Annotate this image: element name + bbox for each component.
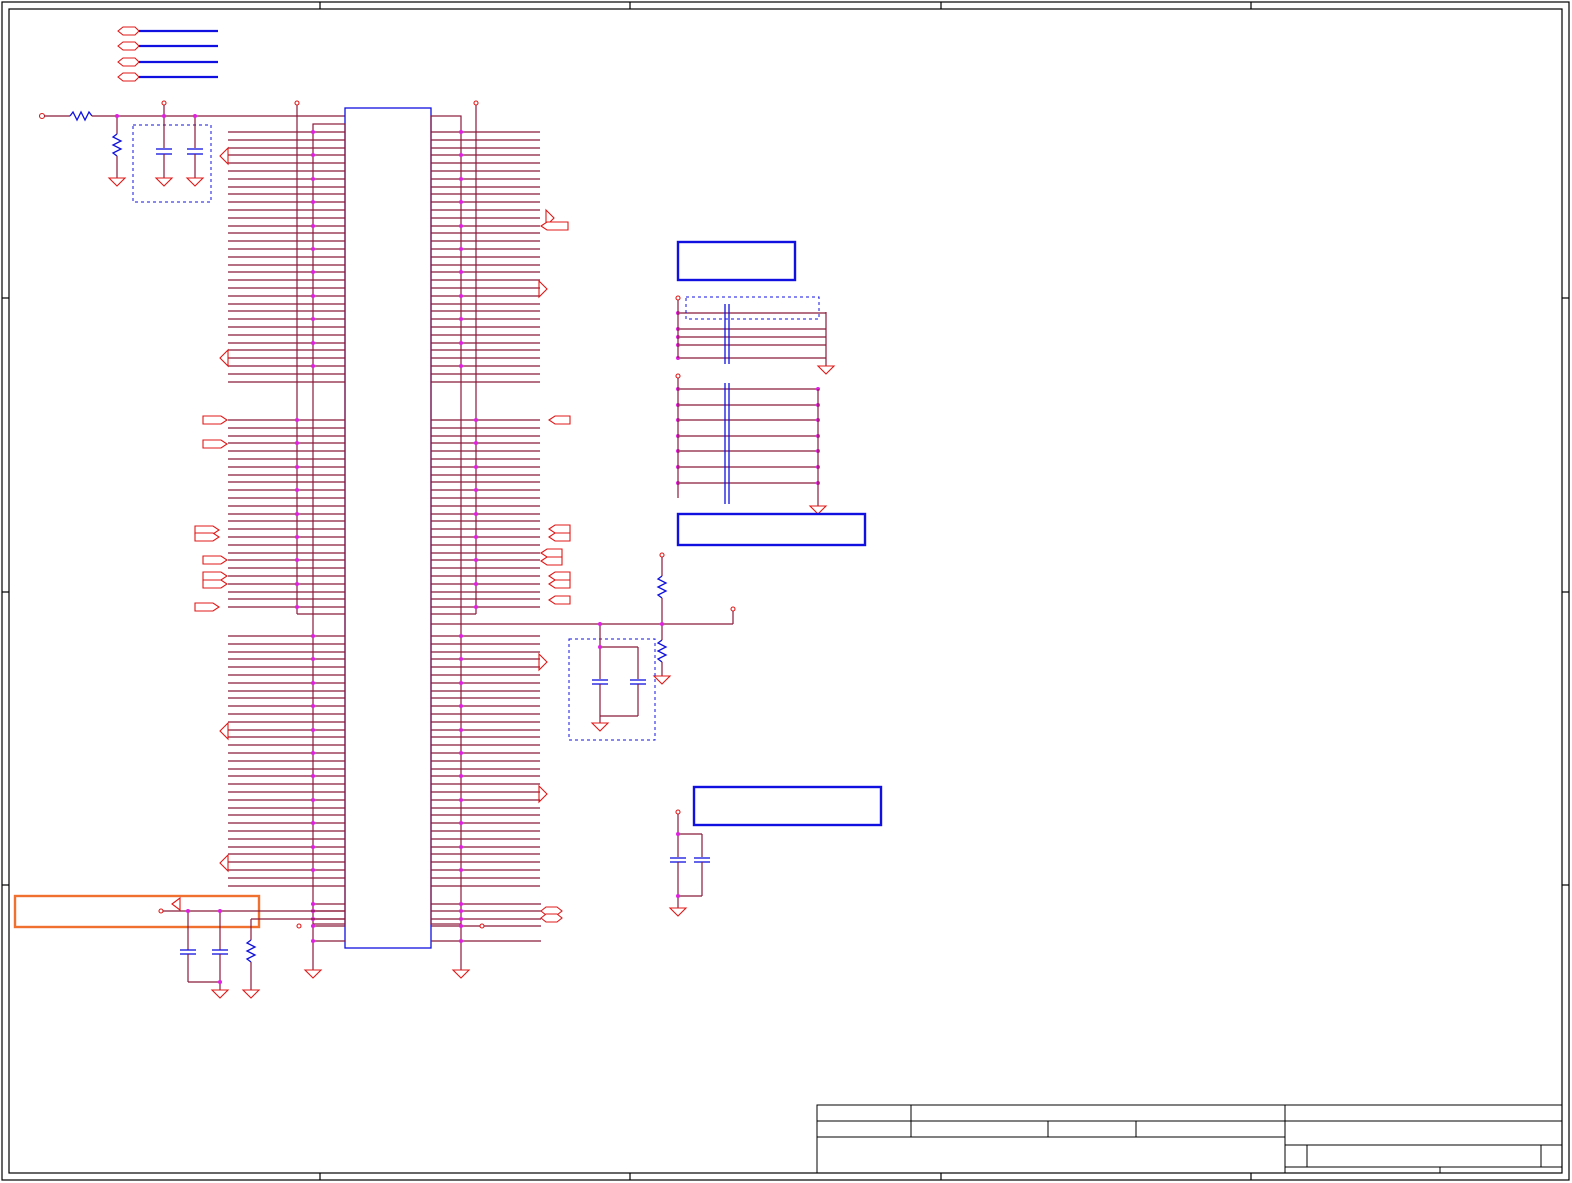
right-pin-junction xyxy=(459,294,463,298)
left-pin-junction xyxy=(311,341,315,345)
left-pin-junction xyxy=(311,821,315,825)
right-pin-junction xyxy=(474,465,478,469)
left-pin-junction xyxy=(311,634,315,638)
right-pin-junction xyxy=(474,512,478,516)
left-pin-junction xyxy=(311,657,315,661)
left-net-ports xyxy=(194,146,229,873)
left-pin-junction xyxy=(311,902,315,906)
right-pin-junction xyxy=(459,774,463,778)
right-net-ports xyxy=(296,208,571,929)
left-pin-junction xyxy=(311,728,315,732)
decoupling-cap-bank-3 xyxy=(668,785,883,917)
left-pin-junction xyxy=(311,153,315,157)
right-pin-junction xyxy=(459,728,463,732)
left-pin-junction xyxy=(311,845,315,849)
bottom-left-filter-network xyxy=(13,894,345,999)
right-pin-junction xyxy=(459,153,463,157)
right-pin-junction xyxy=(459,130,463,134)
left-pin-junction xyxy=(311,681,315,685)
right-pin-junction xyxy=(459,364,463,368)
left-pin-junction xyxy=(311,200,315,204)
left-pin-junction xyxy=(311,130,315,134)
left-pin-junction xyxy=(311,247,315,251)
left-pin-junction xyxy=(311,774,315,778)
left-pin-junction xyxy=(295,418,299,422)
right-pin-junction xyxy=(459,681,463,685)
right-pin-junction xyxy=(459,247,463,251)
left-pin-junction xyxy=(295,535,299,539)
right-pin-junction xyxy=(459,798,463,802)
right-pin-junction xyxy=(474,418,478,422)
left-pin-junction xyxy=(295,465,299,469)
left-pin-junction xyxy=(311,294,315,298)
left-pin-junction xyxy=(311,939,315,943)
right-pin-junction xyxy=(459,845,463,849)
left-pin-junction xyxy=(311,751,315,755)
right-pin-junction xyxy=(474,441,478,445)
left-pin-junction xyxy=(311,317,315,321)
right-pin-junction xyxy=(459,224,463,228)
right-pin-junction xyxy=(459,909,463,913)
left-pin-junction xyxy=(311,704,315,708)
right-pin-junction xyxy=(459,200,463,204)
title-block xyxy=(816,1104,1563,1174)
right-pin-junction xyxy=(459,821,463,825)
left-pin-junction xyxy=(295,441,299,445)
left-pin-junction xyxy=(311,270,315,274)
right-pin-junction xyxy=(459,902,463,906)
right-pin-junction xyxy=(459,341,463,345)
right-pin-junction xyxy=(459,177,463,181)
bus-port-group xyxy=(117,26,218,82)
ic-left-pin-nets xyxy=(228,130,345,943)
left-pin-junction xyxy=(295,605,299,609)
decoupling-cap-bank-1 xyxy=(675,240,836,375)
right-pin-junction xyxy=(459,868,463,872)
right-pin-junction xyxy=(459,751,463,755)
right-pin-junction xyxy=(459,317,463,321)
right-pin-junction xyxy=(459,704,463,708)
right-pin-junction xyxy=(459,270,463,274)
left-pin-junction xyxy=(295,512,299,516)
left-pin-junction xyxy=(311,798,315,802)
right-pin-junction xyxy=(459,939,463,943)
right-pin-junction xyxy=(474,605,478,609)
right-pin-junction xyxy=(459,657,463,661)
right-pin-junction xyxy=(459,924,463,928)
left-pin-junction xyxy=(311,868,315,872)
left-pin-junction xyxy=(295,582,299,586)
right-pin-junction xyxy=(459,634,463,638)
right-pin-junction xyxy=(474,488,478,492)
right-pin-junction xyxy=(474,582,478,586)
left-pin-junction xyxy=(295,488,299,492)
right-pin-junction xyxy=(459,917,463,921)
schematic-sheet xyxy=(1,1,1570,1181)
decoupling-cap-bank-2 xyxy=(675,373,867,547)
right-pin-junction xyxy=(474,558,478,562)
left-pin-junction xyxy=(295,558,299,562)
right-pin-junction xyxy=(474,535,478,539)
left-pin-junction xyxy=(311,224,315,228)
left-pin-junction xyxy=(311,177,315,181)
left-pin-junction xyxy=(311,924,315,928)
left-pin-junction xyxy=(311,364,315,368)
